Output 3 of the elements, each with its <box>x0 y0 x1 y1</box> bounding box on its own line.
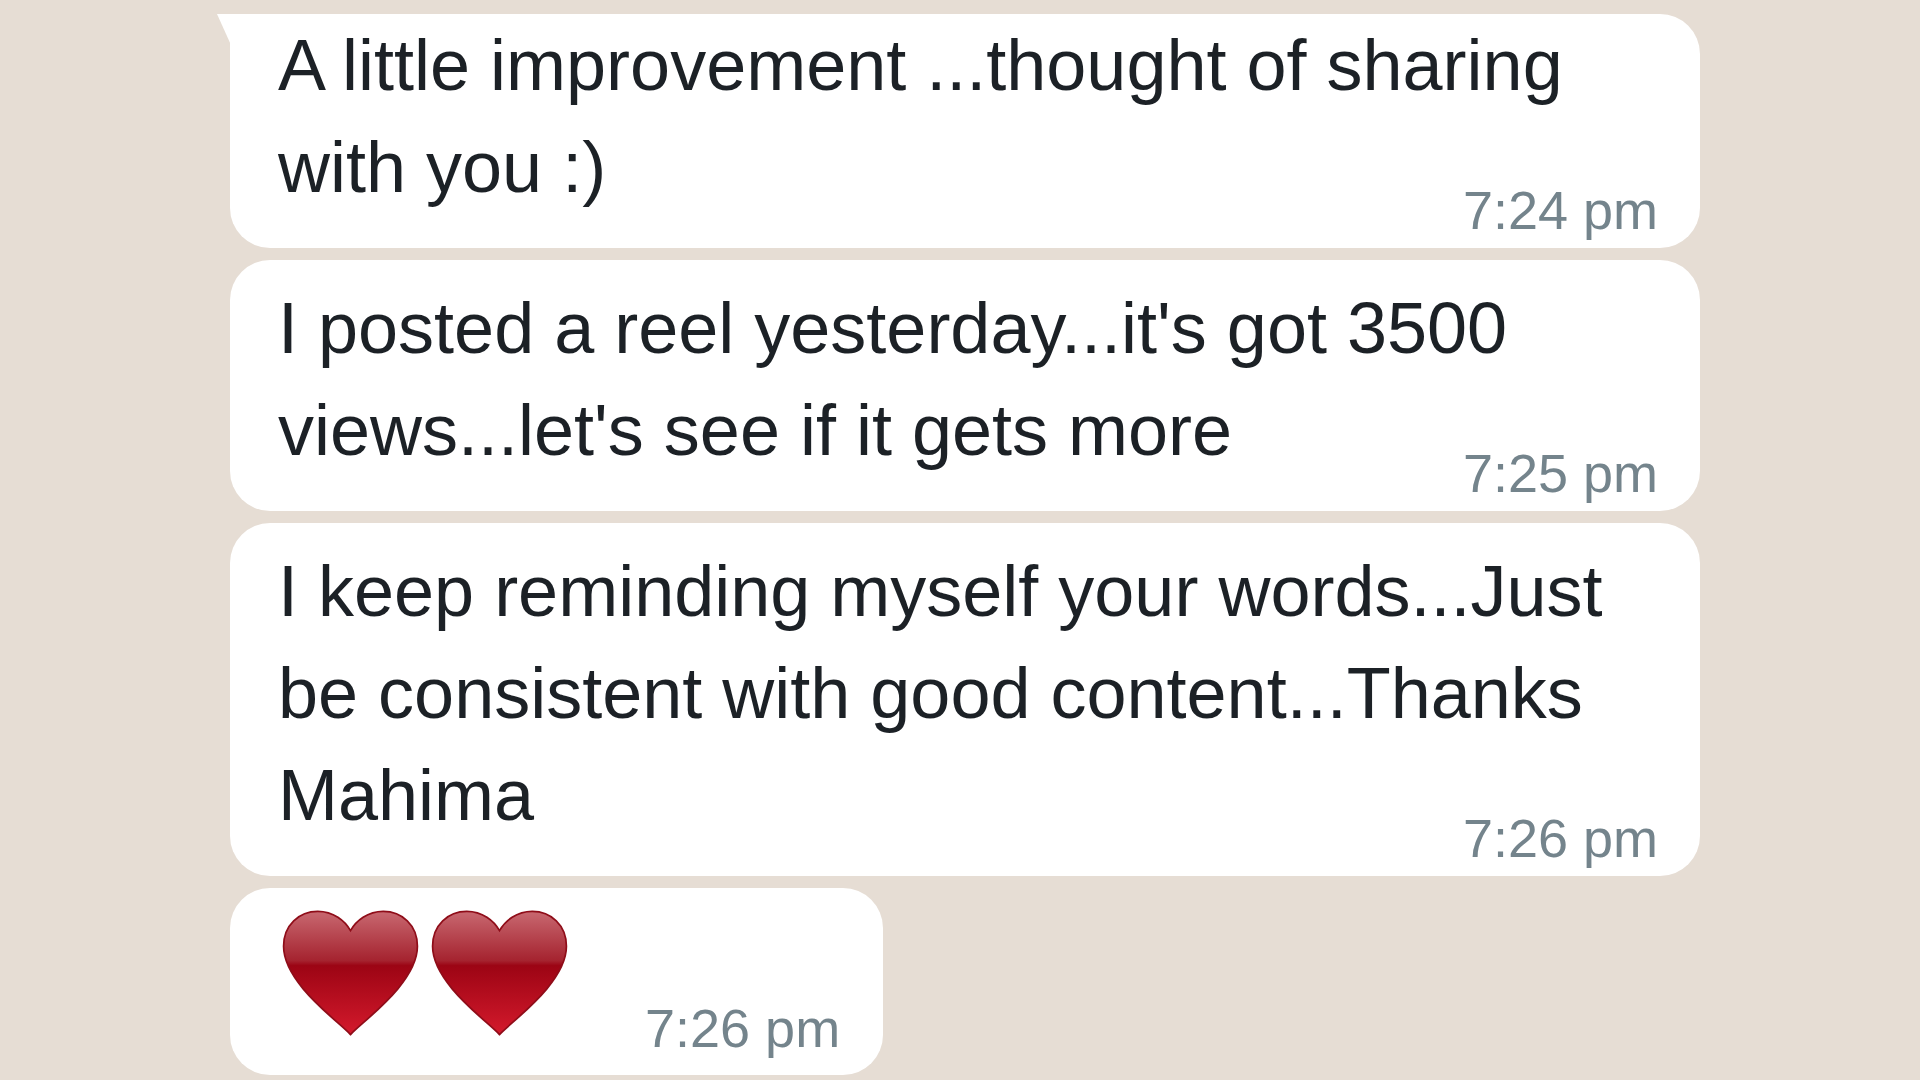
heart-icon <box>430 910 569 1036</box>
heart-icon <box>281 910 420 1036</box>
timestamp: 7:26 pm <box>645 997 841 1060</box>
